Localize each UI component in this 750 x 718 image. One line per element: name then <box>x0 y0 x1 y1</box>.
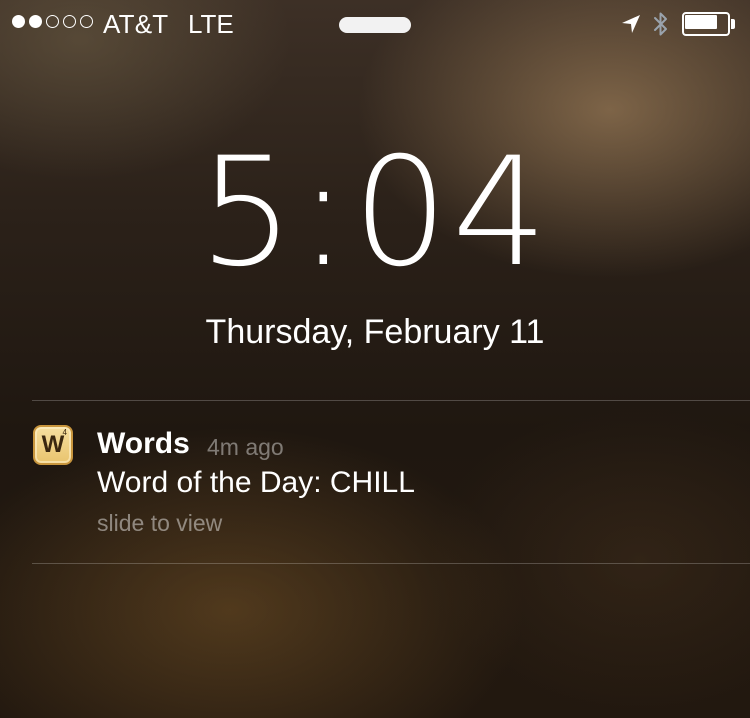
carrier-name: AT&T <box>103 9 169 39</box>
notification-app-name: Words <box>97 427 190 460</box>
notification-center-pull-handle[interactable] <box>339 17 411 33</box>
lock-screen-clock: 5:04 <box>198 126 552 300</box>
signal-dot-empty <box>63 15 76 28</box>
notification-timestamp: 4m ago <box>207 434 284 460</box>
status-bar: AT&T LTE <box>0 0 750 48</box>
signal-dot-filled <box>29 15 42 28</box>
slide-to-view-hint[interactable]: slide to view <box>97 508 222 538</box>
battery-indicator <box>682 12 738 36</box>
app-icon-score: 4 <box>62 428 67 437</box>
words-app-icon: W 4 <box>33 425 73 465</box>
notification-message: Word of the Day: CHILL <box>97 466 415 499</box>
network-type: LTE <box>188 9 234 39</box>
lock-screen-wallpaper <box>0 0 750 718</box>
battery-level-fill <box>685 15 717 29</box>
signal-dot-empty <box>46 15 59 28</box>
signal-dot-filled <box>12 15 25 28</box>
location-arrow-icon <box>622 15 640 33</box>
lock-screen-date: Thursday, February 11 <box>205 313 545 351</box>
notification-divider-bottom <box>32 563 750 564</box>
battery-tip <box>731 19 735 29</box>
bluetooth-icon <box>654 12 667 36</box>
signal-strength-indicator <box>12 15 93 28</box>
notification-divider-top <box>32 400 750 401</box>
signal-dot-empty <box>80 15 93 28</box>
